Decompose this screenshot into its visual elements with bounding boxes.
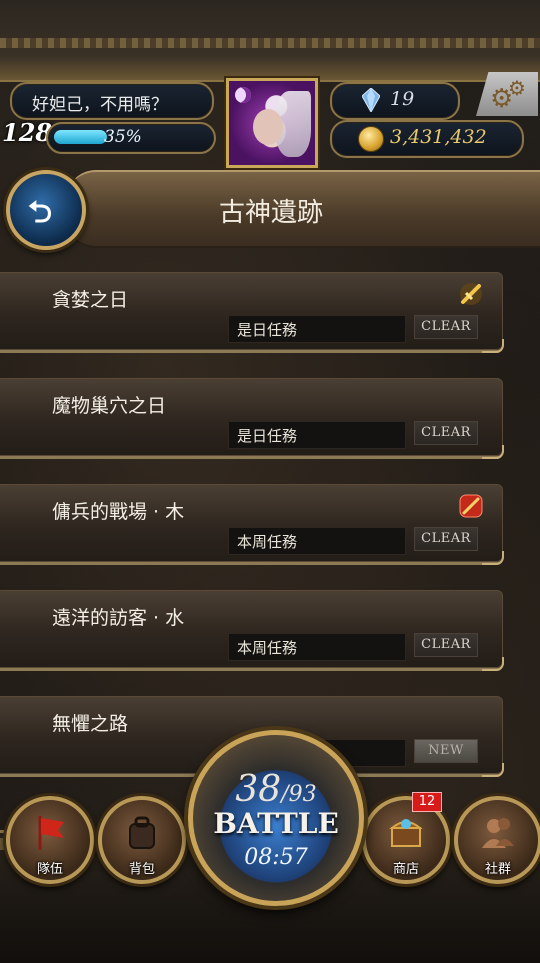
stamina-max: /93 — [281, 782, 317, 807]
quest-type: 是日任務 — [237, 427, 298, 445]
quest-name: 遠洋的訪客 · 水 — [52, 607, 185, 629]
quest-card[interactable]: 魔物巢穴之日 是日任務 CLEAR — [0, 378, 504, 459]
nav-shop-label: 商店 — [392, 862, 419, 877]
quest-status: CLEAR — [414, 315, 478, 339]
nav-social-label: 社群 — [484, 862, 511, 877]
flag-icon — [10, 812, 90, 861]
coin-icon — [358, 126, 384, 152]
quest-type-field: 本周任務 — [228, 527, 406, 555]
xp-bar: 35% — [46, 122, 216, 154]
back-button[interactable]: ⮌ — [6, 170, 86, 250]
card-corner-ornament — [482, 551, 504, 565]
shop-notification-badge: 12 — [412, 792, 442, 812]
player-name-bar[interactable]: 好妲己，不用嗎？ — [10, 82, 214, 120]
nav-team-label: 隊伍 — [36, 862, 63, 877]
quest-type-field: 本周任務 — [228, 633, 406, 661]
battle-button[interactable]: 38/93 BATTLE 08:57 — [188, 730, 364, 906]
nav-bag-button[interactable]: 背包 — [98, 796, 186, 884]
quest-name: 傭兵的戰場 · 木 — [52, 501, 185, 523]
quest-type: 是日任務 — [237, 321, 298, 339]
treasure-chest-icon — [366, 812, 446, 861]
bag-icon — [102, 812, 182, 861]
quest-card[interactable]: 貪婪之日 是日任務 CLEAR — [0, 272, 504, 353]
quest-name: 貪婪之日 — [52, 289, 129, 311]
quest-name: 無懼之路 — [52, 713, 129, 735]
stamina-current: 38 — [235, 769, 282, 810]
card-corner-ornament — [482, 763, 504, 777]
avatar-face — [253, 109, 283, 145]
gem-count: 19 — [390, 88, 415, 110]
stamina-timer: 08:57 — [244, 845, 308, 870]
player-level: 128 — [2, 118, 53, 147]
quest-status-new: NEW — [414, 739, 478, 763]
quest-status: CLEAR — [414, 421, 478, 445]
quest-card[interactable]: 遠洋的訪客 · 水 本周任務 CLEAR — [0, 590, 504, 671]
people-icon — [458, 812, 538, 861]
gem-icon — [362, 88, 380, 112]
xp-percent: 35% — [104, 127, 142, 147]
player-name: 好妲己，不用嗎？ — [32, 95, 168, 115]
quest-type: 本周任務 — [237, 533, 298, 551]
gold-sword-icon — [460, 283, 482, 305]
coin-counter[interactable]: 3,431,432 — [330, 120, 524, 158]
page-title: 古神遺跡 — [218, 198, 323, 228]
coin-count: 3,431,432 — [390, 126, 487, 148]
gem-counter[interactable]: 19 — [330, 82, 460, 120]
xp-bar-fill — [54, 130, 107, 144]
card-corner-ornament — [482, 445, 504, 459]
quest-type: 本周任務 — [237, 639, 298, 657]
back-arrow-icon: ⮌ — [28, 195, 53, 230]
quest-status: CLEAR — [414, 527, 478, 551]
quest-card[interactable]: 傭兵的戰場 · 木 本周任務 CLEAR — [0, 484, 504, 565]
card-corner-ornament — [482, 339, 504, 353]
quest-type-field: 是日任務 — [228, 421, 406, 449]
nav-social-button[interactable]: 社群 — [454, 796, 540, 884]
page-title-banner: 古神遺跡 — [66, 170, 540, 248]
battle-label: BATTLE — [213, 807, 339, 840]
player-avatar[interactable] — [226, 78, 318, 168]
quest-name: 魔物巢穴之日 — [52, 395, 167, 417]
quest-status: CLEAR — [414, 633, 478, 657]
gear-small-icon: ⚙ — [508, 76, 526, 100]
nav-team-button[interactable]: 隊伍 — [6, 796, 94, 884]
quest-type-field: 是日任務 — [228, 315, 406, 343]
red-sword-icon — [459, 494, 483, 518]
top-ornament-band — [0, 38, 540, 48]
nav-bag-label: 背包 — [128, 862, 155, 877]
moon-icon — [235, 87, 251, 103]
card-corner-ornament — [482, 657, 504, 671]
stamina-counter: 38/93 — [193, 769, 359, 810]
